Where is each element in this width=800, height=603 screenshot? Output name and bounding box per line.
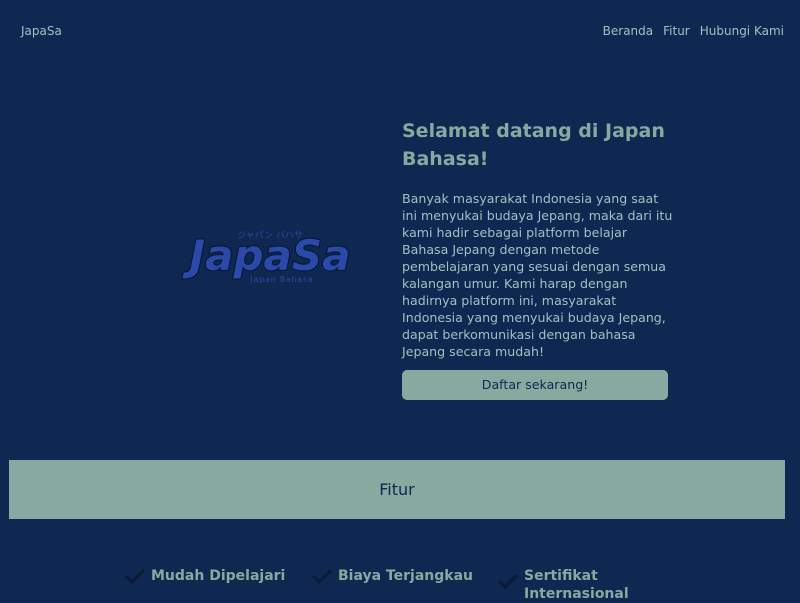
check-icon: [125, 568, 145, 584]
check-icon: [498, 573, 518, 589]
navbar: JapaSa Beranda Fitur Hubungi Kami: [0, 0, 800, 62]
check-icon: [312, 568, 332, 584]
nav-link-fitur[interactable]: Fitur: [663, 24, 690, 38]
nav-link-beranda[interactable]: Beranda: [603, 24, 653, 38]
logo-wordmark: JapaSa: [183, 231, 351, 280]
feature-label: Sertifikat Internasional: [524, 568, 629, 602]
japasa-logo-graphic: ジャパン バハサ JapaSa Japan Bahasa: [182, 230, 352, 284]
hero-text: Selamat datang di Japan Bahasa! Banyak m…: [402, 117, 677, 360]
logo-subtitle: Japan Bahasa: [250, 275, 314, 284]
hero-title: Selamat datang di Japan Bahasa!: [402, 120, 665, 170]
brand-link[interactable]: JapaSa: [21, 24, 62, 38]
nav-link-hubungi-kami[interactable]: Hubungi Kami: [700, 24, 784, 38]
register-button[interactable]: Daftar sekarang!: [402, 370, 668, 400]
features-title: Fitur: [379, 480, 415, 499]
feature-label: Biaya Terjangkau: [338, 568, 473, 584]
feature-item-sertifikat-internasional: Sertifikat Internasional: [498, 567, 638, 603]
hero-description: Banyak masyarakat Indonesia yang saat in…: [402, 191, 673, 359]
feature-label: Mudah Dipelajari: [151, 568, 286, 584]
feature-item-biaya-terjangkau: Biaya Terjangkau: [312, 567, 473, 585]
feature-item-mudah-dipelajari: Mudah Dipelajari: [125, 567, 285, 585]
japasa-logo: ジャパン バハサ JapaSa Japan Bahasa: [160, 218, 380, 290]
nav-links: Beranda Fitur Hubungi Kami: [603, 24, 784, 38]
features-banner: Fitur: [9, 460, 785, 519]
